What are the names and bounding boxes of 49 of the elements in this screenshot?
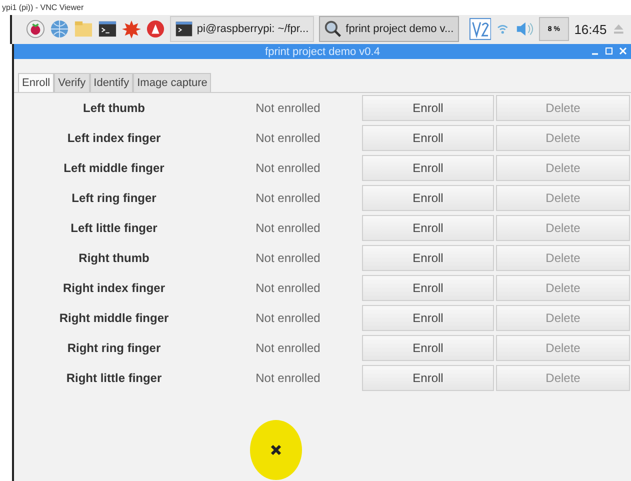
enrollment-status: Not enrolled: [254, 251, 322, 265]
clock: 16:45: [574, 22, 607, 37]
enroll-button[interactable]: Enroll: [362, 185, 494, 211]
tab[interactable]: Enroll: [18, 73, 54, 92]
raspberry-icon[interactable]: [26, 19, 45, 40]
enroll-button[interactable]: Enroll: [362, 335, 494, 361]
tab[interactable]: Verify: [54, 73, 90, 92]
taskbar-task[interactable]: pi@raspberrypi: ~/fpr...: [170, 16, 314, 42]
finger-label: Right little finger: [65, 371, 163, 385]
globe-icon[interactable]: [50, 19, 69, 40]
tab[interactable]: Image capture: [133, 73, 212, 92]
enrollment-status: Not enrolled: [254, 221, 322, 235]
enroll-button[interactable]: Enroll: [362, 215, 494, 241]
enrollment-status: Not enrolled: [254, 281, 322, 295]
enroll-button[interactable]: Enroll: [362, 125, 494, 151]
finger-label: Right middle finger: [58, 311, 170, 325]
enrollment-status: Not enrolled: [254, 101, 322, 115]
window-title: fprint project demo v0.4: [265, 46, 380, 58]
terminal-icon[interactable]: [98, 19, 117, 40]
finger-label: Left thumb: [82, 101, 146, 115]
enrollment-status: Not enrolled: [254, 371, 322, 385]
enrollment-status: Not enrolled: [254, 341, 322, 355]
enroll-button[interactable]: Enroll: [362, 155, 494, 181]
viewer-title: ypi1 (pi)) - VNC Viewer: [1, 2, 85, 14]
finger-label: Left ring finger: [70, 191, 158, 205]
enroll-button[interactable]: Enroll: [362, 95, 494, 121]
maximize-icon[interactable]: [605, 46, 613, 56]
enroll-button[interactable]: Enroll: [362, 305, 494, 331]
enroll-button[interactable]: Enroll: [362, 275, 494, 301]
vnc-icon[interactable]: [468, 17, 492, 42]
enrollment-status: Not enrolled: [254, 161, 322, 175]
enroll-button[interactable]: Enroll: [362, 365, 494, 391]
enrollment-status: Not enrolled: [254, 131, 322, 145]
magnifier-icon: [324, 20, 342, 38]
enroll-button[interactable]: Enroll: [362, 245, 494, 271]
finger-label: Left middle finger: [62, 161, 166, 175]
finger-label: Left index finger: [66, 131, 162, 145]
round-logo-icon[interactable]: [146, 19, 165, 40]
terminal-icon: [174, 20, 193, 38]
finger-label: Right index finger: [62, 281, 166, 295]
finger-label: Right thumb: [78, 251, 150, 265]
finger-label: Left little finger: [70, 221, 158, 235]
enrollment-status: Not enrolled: [254, 311, 322, 325]
burst-icon[interactable]: [122, 19, 141, 40]
tab[interactable]: Identify: [90, 73, 134, 92]
close-icon[interactable]: [619, 46, 627, 56]
enrollment-status: Not enrolled: [254, 191, 322, 205]
taskbar-task[interactable]: fprint project demo v...: [318, 16, 459, 42]
finger-label: Right ring finger: [66, 341, 162, 355]
